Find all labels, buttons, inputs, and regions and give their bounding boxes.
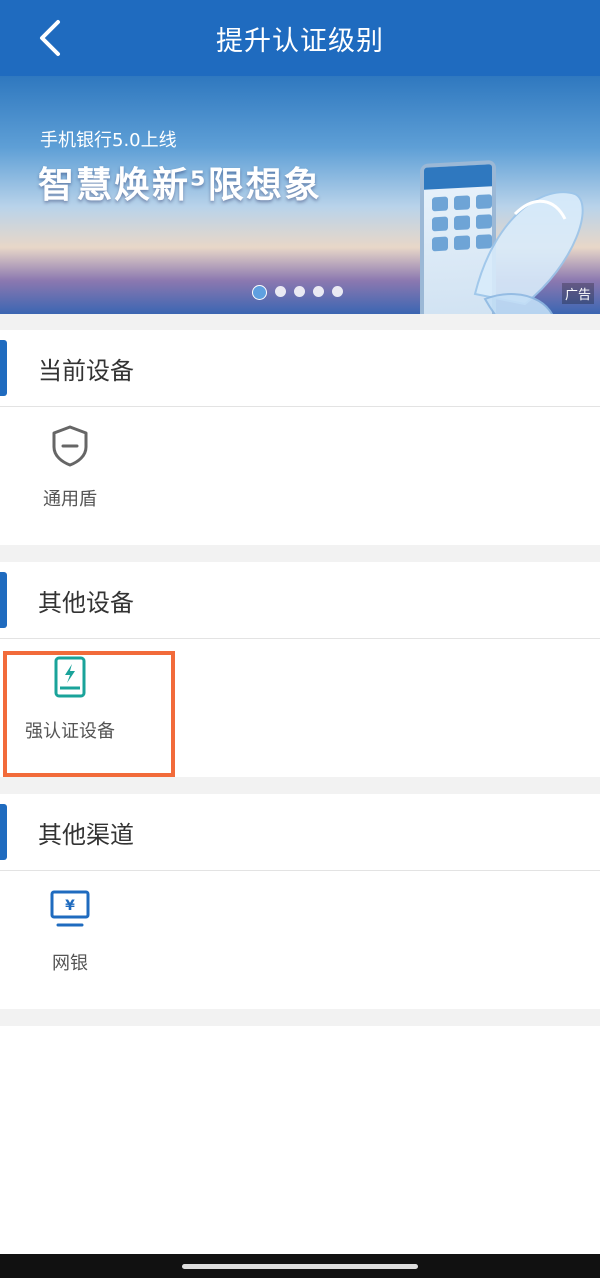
- section-other-channels: 其他渠道 ¥ 网银: [0, 794, 600, 1009]
- carousel-dot[interactable]: [252, 285, 267, 300]
- selection-highlight: [3, 651, 175, 777]
- banner-subtitle: 手机银行5.0上线: [40, 130, 177, 151]
- carousel-dot[interactable]: [275, 286, 286, 297]
- section-accent-bar: [0, 804, 7, 860]
- carousel-dot[interactable]: [332, 286, 343, 297]
- back-button[interactable]: [30, 18, 70, 58]
- tile-label: 网银: [52, 953, 88, 974]
- promo-banner[interactable]: 手机银行5.0上线 智慧焕新⁵限想象 广告: [0, 76, 600, 314]
- carousel-dot[interactable]: [313, 286, 324, 297]
- channel-tile-online-banking[interactable]: ¥ 网银: [0, 871, 140, 981]
- monitor-yen-icon: ¥: [50, 890, 90, 927]
- page-title: 提升认证级别: [216, 25, 384, 57]
- carousel-dot[interactable]: [294, 286, 305, 297]
- device-tile-general-shield[interactable]: 通用盾: [0, 407, 140, 517]
- app-header: 提升认证级别: [0, 0, 600, 76]
- svg-text:¥: ¥: [65, 898, 75, 914]
- carousel-indicator[interactable]: [252, 285, 343, 300]
- tile-label: 通用盾: [43, 489, 97, 510]
- section-accent-bar: [0, 340, 7, 396]
- chevron-left-icon: [40, 20, 60, 56]
- system-nav-bar: [0, 1254, 600, 1278]
- banner-headline: 智慧焕新⁵限想象: [38, 165, 322, 206]
- section-title: 其他设备: [38, 588, 134, 617]
- ad-tag: 广告: [561, 283, 594, 304]
- section-title: 当前设备: [38, 356, 134, 385]
- section-title: 其他渠道: [38, 820, 134, 849]
- home-indicator[interactable]: [182, 1264, 418, 1269]
- section-header: 其他渠道: [0, 794, 600, 871]
- empty-area: [0, 1026, 600, 1254]
- section-header: 当前设备: [0, 330, 600, 407]
- shield-icon: [52, 425, 88, 467]
- section-header: 其他设备: [0, 562, 600, 639]
- section-current-device: 当前设备 通用盾: [0, 330, 600, 545]
- section-accent-bar: [0, 572, 7, 628]
